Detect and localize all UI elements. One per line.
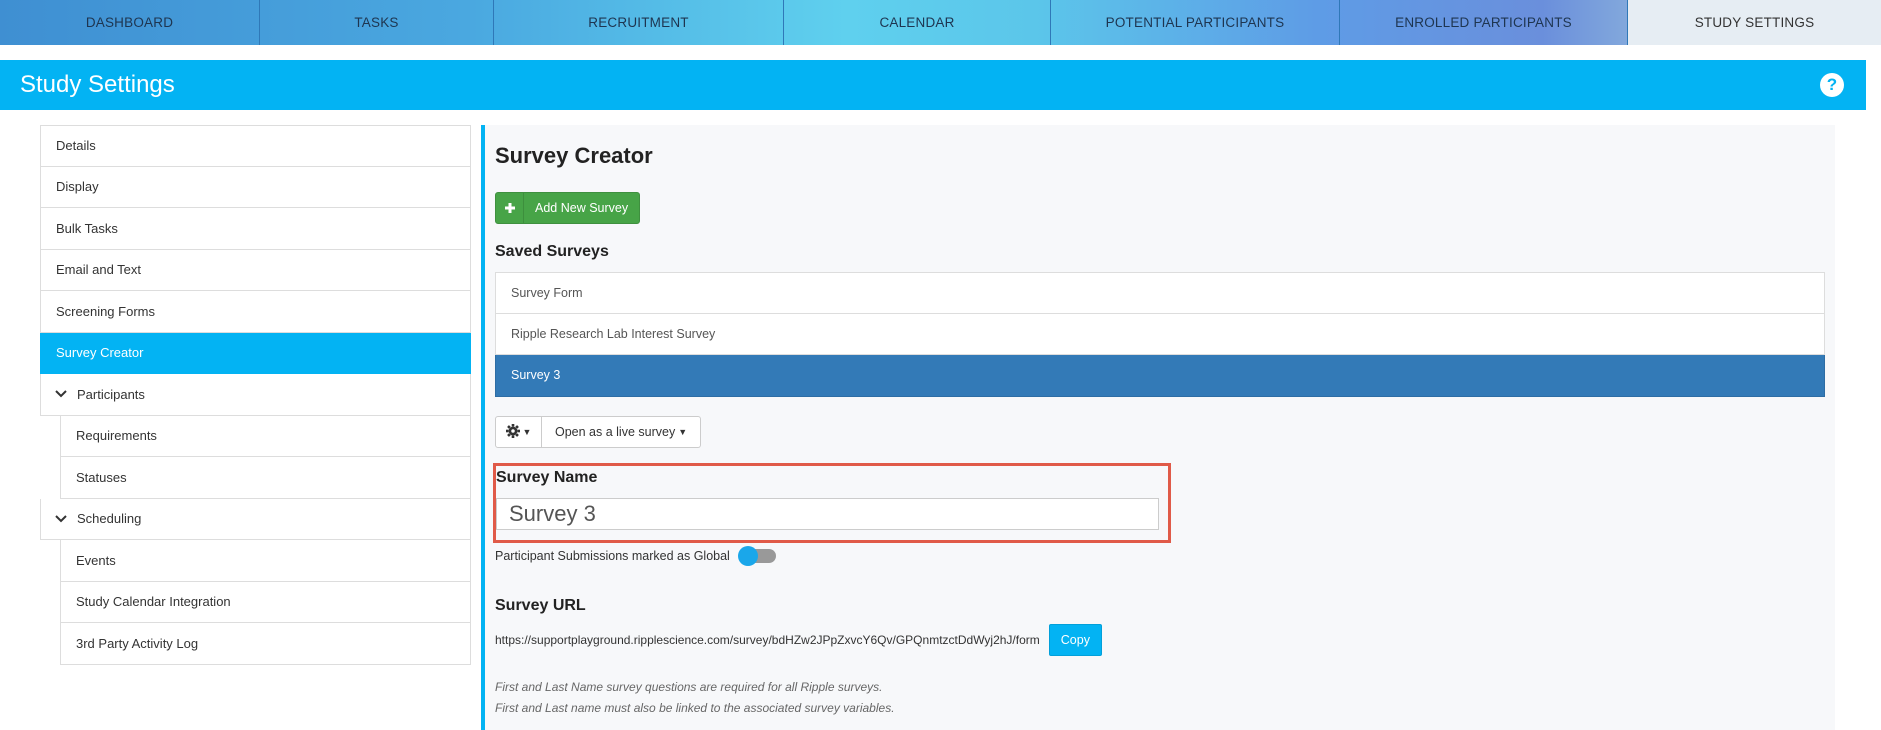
caret-down-icon: ▼ [522,427,532,437]
chevron-down-icon [55,387,69,401]
survey-name-highlight: Survey Name [493,463,1171,543]
sidebar-item-requirements[interactable]: Requirements [60,415,471,457]
open-live-survey-button[interactable]: Open as a live survey ▼ [542,416,702,448]
sidebar-group-participants[interactable]: Participants [40,374,471,416]
sidebar-item-details[interactable]: Details [40,125,471,167]
toggle-knob [737,546,758,566]
survey-list-item-selected[interactable]: Survey 3 [495,355,1825,397]
page-header: Study Settings ? [0,60,1866,110]
survey-name-label: Survey Name [496,469,598,486]
sidebar-group-label: Scheduling [77,511,142,527]
survey-creator-panel: Survey Creator Add New Survey Saved Surv… [481,125,1835,730]
tab-calendar[interactable]: CALENDAR [784,0,1051,45]
global-submissions-label: Participant Submissions marked as Global [495,549,730,563]
top-nav: DASHBOARD TASKS RECRUITMENT CALENDAR POT… [0,0,1881,45]
sidebar-item-bulk-tasks[interactable]: Bulk Tasks [40,208,471,250]
sidebar-item-events[interactable]: Events [60,540,471,582]
survey-name-input[interactable] [496,498,1159,530]
chevron-down-icon [55,512,69,526]
global-submissions-toggle[interactable] [737,546,776,566]
survey-url-text: https://supportplayground.ripplescience.… [495,633,1040,647]
survey-list-item[interactable]: Ripple Research Lab Interest Survey [495,313,1825,355]
name-requirement-note: First and Last Name survey questions are… [495,680,883,694]
survey-list-item[interactable]: Survey Form [495,272,1825,314]
sidebar-item-survey-creator[interactable]: Survey Creator [40,332,471,374]
settings-sidebar: Details Display Bulk Tasks Email and Tex… [40,125,471,665]
gear-icon [505,423,520,441]
sidebar-item-study-calendar-integration[interactable]: Study Calendar Integration [60,581,471,623]
sidebar-item-screening-forms[interactable]: Screening Forms [40,291,471,333]
help-icon[interactable]: ? [1820,73,1844,97]
plus-icon [496,193,524,223]
tab-tasks[interactable]: TASKS [260,0,494,45]
tab-dashboard[interactable]: DASHBOARD [0,0,260,45]
add-new-survey-button[interactable]: Add New Survey [495,192,640,224]
open-live-survey-label: Open as a live survey [555,425,676,439]
survey-url-heading: Survey URL [495,597,586,614]
section-title: Survey Creator [495,143,653,168]
saved-surveys-list: Survey Form Ripple Research Lab Interest… [495,272,1825,397]
sidebar-group-label: Participants [77,386,145,402]
tab-potential-participants[interactable]: POTENTIAL PARTICIPANTS [1051,0,1340,45]
copy-url-button[interactable]: Copy [1048,624,1102,656]
survey-url-row: https://supportplayground.ripplescience.… [495,624,1102,656]
caret-down-icon: ▼ [678,427,688,437]
sidebar-item-statuses[interactable]: Statuses [60,457,471,499]
add-new-survey-label: Add New Survey [535,201,629,215]
page-title: Study Settings [20,71,175,98]
saved-surveys-heading: Saved Surveys [495,243,609,260]
sidebar-item-email-and-text[interactable]: Email and Text [40,249,471,291]
sidebar-group-scheduling[interactable]: Scheduling [40,498,471,540]
global-submissions-row: Participant Submissions marked as Global [495,546,776,566]
tab-enrolled-participants[interactable]: ENROLLED PARTICIPANTS [1340,0,1628,45]
settings-dropdown-button[interactable]: ▼ [495,416,542,448]
sidebar-item-3rd-party-activity-log[interactable]: 3rd Party Activity Log [60,623,471,665]
tab-study-settings[interactable]: STUDY SETTINGS [1628,0,1881,45]
name-linking-note: First and Last name must also be linked … [495,701,895,715]
sidebar-item-display[interactable]: Display [40,166,471,208]
survey-toolbar: ▼ Open as a live survey ▼ [495,416,702,448]
tab-recruitment[interactable]: RECRUITMENT [494,0,784,45]
